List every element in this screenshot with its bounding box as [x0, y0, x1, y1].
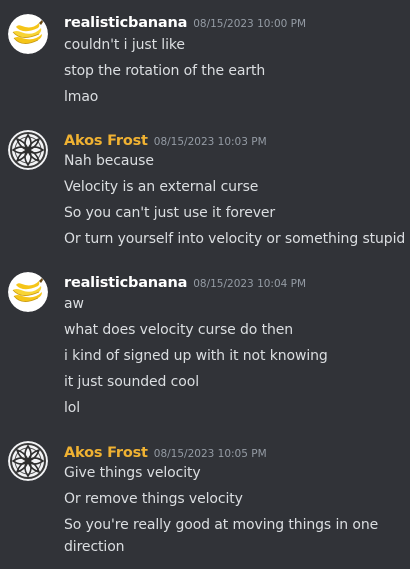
message-line: aw — [64, 296, 84, 312]
banana-avatar-icon[interactable] — [8, 14, 48, 54]
message-line: Or remove things velocity — [64, 491, 243, 507]
message-header: realisticbanana 08/15/2023 10:00 PM — [64, 12, 306, 32]
chat-messages: realisticbanana 08/15/2023 10:00 PM could… — [0, 0, 410, 569]
timestamp[interactable]: 08/15/2023 10:00 PM — [193, 18, 306, 30]
message-line: Give things velocity — [64, 465, 201, 481]
message-header: Akos Frost 08/15/2023 10:05 PM — [64, 442, 267, 462]
message-line: Or turn yourself into velocity or someth… — [64, 231, 406, 247]
timestamp[interactable]: 08/15/2023 10:05 PM — [154, 448, 267, 460]
message-line: what does velocity curse do then — [64, 322, 294, 338]
timestamp[interactable]: 08/15/2023 10:03 PM — [154, 136, 267, 148]
message-line: So you're really good at moving things i… — [64, 517, 379, 555]
banana-avatar-icon[interactable] — [8, 272, 48, 312]
timestamp[interactable]: 08/15/2023 10:04 PM — [193, 278, 306, 290]
username[interactable]: realisticbanana — [64, 15, 187, 31]
message-line: Nah because — [64, 153, 154, 169]
username[interactable]: Akos Frost — [64, 133, 148, 149]
message-line: lol — [64, 400, 81, 416]
message-line: i kind of signed up with it not knowing — [64, 348, 328, 364]
mandala-avatar-icon[interactable] — [8, 130, 48, 170]
username[interactable]: Akos Frost — [64, 445, 148, 461]
message-header: Akos Frost 08/15/2023 10:03 PM — [64, 130, 267, 150]
message-line: it just sounded cool — [64, 374, 199, 390]
message-line: lmao — [64, 89, 99, 105]
mandala-avatar-icon[interactable] — [8, 441, 48, 481]
message-line: So you can't just use it forever — [64, 205, 276, 221]
username[interactable]: realisticbanana — [64, 275, 187, 291]
message-line: Velocity is an external curse — [64, 179, 259, 195]
message-line: stop the rotation of the earth — [64, 63, 266, 79]
message-line: couldn't i just like — [64, 37, 185, 53]
message-header: realisticbanana 08/15/2023 10:04 PM — [64, 272, 306, 292]
